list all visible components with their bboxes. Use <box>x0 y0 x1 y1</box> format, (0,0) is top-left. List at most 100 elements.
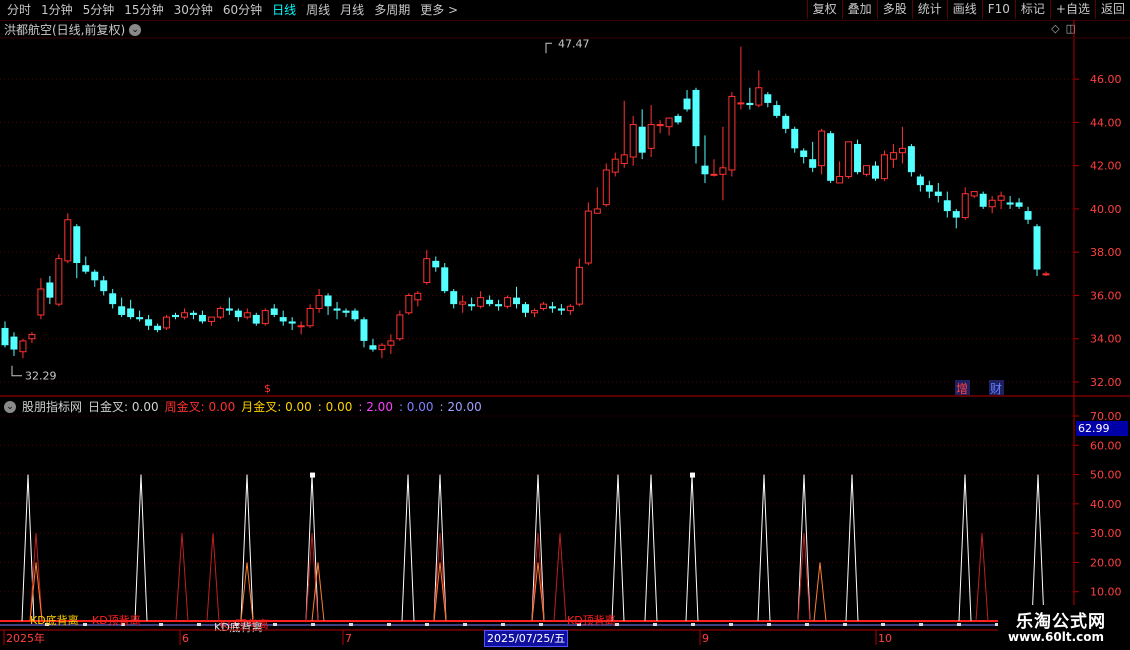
high-label: 47.47 <box>558 37 590 50</box>
candle-body <box>198 314 206 322</box>
kd-bottom-text-2: KD底背离 <box>214 620 263 634</box>
candle-body <box>55 258 63 305</box>
ind-tick-label: 60.00 <box>1090 439 1122 452</box>
candle-body <box>988 199 996 208</box>
candle-body <box>916 176 924 186</box>
price-tick-label: 40.00 <box>1090 203 1122 216</box>
candle-body <box>468 304 476 307</box>
chevron-down-icon[interactable]: ⌄ <box>4 400 16 413</box>
price-tick-label: 36.00 <box>1090 289 1122 302</box>
high-pointer <box>545 42 552 54</box>
baseline-dot <box>197 623 201 626</box>
spike-dot <box>690 472 695 478</box>
watermark-url: www.60lt.com <box>1008 630 1105 644</box>
candle-body <box>746 102 754 106</box>
kd-spike-white <box>845 474 859 622</box>
indicator-title: ⌄ 股朋指标网 日金叉: 0.00 周金叉: 0.00 月金叉: 0.00 : … <box>4 398 482 415</box>
baseline-dot <box>349 623 353 626</box>
candle-body <box>611 158 619 173</box>
low-pointer <box>11 365 22 377</box>
kd-spike-red <box>175 533 189 622</box>
ind-tick-label: 30.00 <box>1090 527 1122 540</box>
kd-spike-white <box>1031 474 1045 622</box>
baseline-dot <box>767 623 771 626</box>
candle-body <box>566 305 574 312</box>
candle-body <box>450 291 458 305</box>
kd-spike-white <box>611 474 625 622</box>
kd-spike-red <box>975 533 989 622</box>
candle-body <box>252 314 260 324</box>
time-label: 10 <box>878 632 892 645</box>
candle-body <box>880 154 888 180</box>
candle-body <box>378 344 386 351</box>
candle-body <box>548 306 556 309</box>
candle-body <box>710 173 718 176</box>
candle-body <box>118 306 126 315</box>
ind-tick-label: 20.00 <box>1090 556 1122 569</box>
candle-body <box>755 87 763 106</box>
weekly-label: 周金叉: <box>164 400 205 414</box>
baseline-dot <box>387 623 391 626</box>
price-tick-label: 32.00 <box>1090 376 1122 389</box>
kd-spike-white <box>685 474 699 622</box>
baseline-dot <box>273 623 277 626</box>
candle-body <box>782 115 790 129</box>
s-marker: $ <box>264 382 271 395</box>
baseline-dot <box>425 623 429 626</box>
candle-body <box>764 94 772 103</box>
candle-body <box>333 308 341 311</box>
candle-body <box>943 200 951 212</box>
candle-body <box>1042 273 1050 276</box>
candle-body <box>836 175 844 184</box>
ind-tick-label: 40.00 <box>1090 498 1122 511</box>
price-tick-label: 46.00 <box>1090 73 1122 86</box>
kd-bottom-text: KD底背离 <box>30 613 79 627</box>
watermark-name: 乐淘公式网 <box>1016 612 1106 632</box>
candle-body <box>64 219 72 262</box>
candle-body <box>486 299 494 305</box>
baseline-dot <box>729 623 733 626</box>
candle-body <box>154 325 162 331</box>
candle-body <box>225 308 233 311</box>
candle-body <box>19 340 27 353</box>
price-tick-label: 42.00 <box>1090 160 1122 173</box>
candle-body <box>495 304 503 307</box>
value-5: : 20.00 <box>439 399 482 414</box>
candle-body <box>145 319 153 326</box>
candle-body <box>728 95 736 171</box>
candle-body <box>216 307 224 318</box>
candle-body <box>557 308 565 311</box>
candle-body <box>854 144 862 173</box>
candle-body <box>288 321 296 324</box>
candle-body <box>127 308 135 318</box>
candle-body <box>163 316 171 329</box>
ind-tick-label: 10.00 <box>1090 586 1122 599</box>
monthly-label: 月金叉: <box>241 400 282 414</box>
daily-label: 日金叉: <box>88 400 129 414</box>
kd-top-text-3: KD顶背离 <box>567 613 616 627</box>
zeng-marker: 增 <box>956 382 968 396</box>
candle-body <box>297 325 305 328</box>
chart-canvas: 46.00 44.00 42.00 40.00 38.00 36.00 34.00 32.00… <box>0 20 1130 645</box>
candle-body <box>925 185 933 192</box>
candle-body <box>243 312 251 318</box>
indicator-name[interactable]: 股朋指标网 <box>22 398 82 415</box>
candle-body <box>620 154 628 164</box>
candle-body <box>719 167 727 175</box>
price-tick-label: 34.00 <box>1090 333 1122 346</box>
value-2: : 0.00 <box>317 399 353 414</box>
candle-body <box>701 165 709 175</box>
candle-body <box>656 124 664 127</box>
baseline-dot <box>83 623 87 626</box>
candle-body <box>82 265 90 272</box>
candle-body <box>306 307 314 327</box>
candle-body <box>441 267 449 292</box>
baseline-dot <box>691 623 695 626</box>
candle-body <box>934 191 942 196</box>
monthly-value: 0.00 <box>285 400 312 414</box>
time-label: 9 <box>702 632 709 645</box>
candle-body <box>889 152 897 160</box>
candle-body <box>28 333 36 340</box>
kd-spike-white <box>958 474 972 622</box>
candle-body <box>1024 211 1032 220</box>
